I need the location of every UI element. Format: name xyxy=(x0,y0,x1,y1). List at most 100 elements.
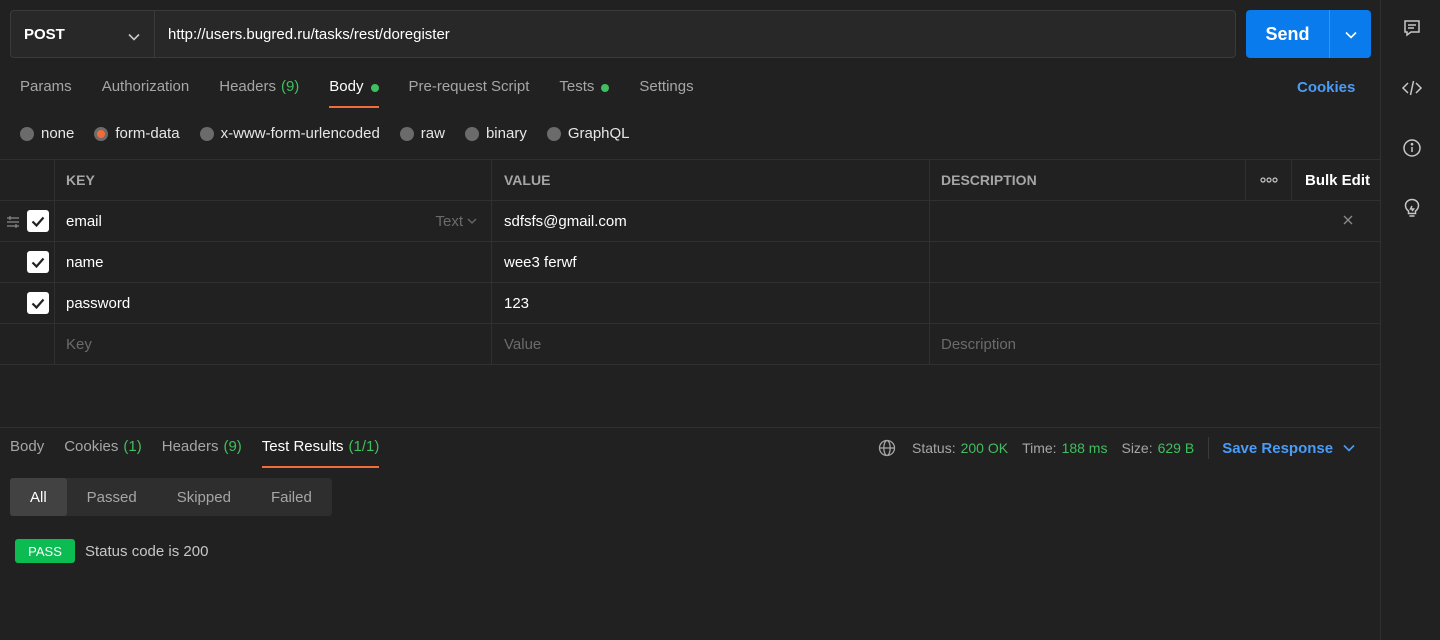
time-value[interactable]: 188 ms xyxy=(1062,440,1108,456)
mode-raw[interactable]: raw xyxy=(399,125,445,142)
response-tabs: Body Cookies (1) Headers (9) Test Results(… xyxy=(10,438,399,468)
mode-graphql-label: GraphQL xyxy=(567,125,630,142)
response-tab-cookies-label: Cookies xyxy=(64,438,119,455)
key-text: email xyxy=(66,212,102,230)
response-tab-headers-label: Headers xyxy=(161,438,219,455)
tab-prerequest-label: Pre-request Script xyxy=(408,78,530,95)
radio-selected-icon xyxy=(94,126,109,141)
table-row: name wee3 ferwf xyxy=(0,242,1380,283)
code-icon[interactable] xyxy=(1401,77,1423,99)
radio-icon xyxy=(20,126,34,141)
response-tab-cookies[interactable]: Cookies (1) xyxy=(64,438,142,468)
save-response-button[interactable]: Save Response xyxy=(1222,440,1355,457)
row-handle-cell xyxy=(0,201,55,241)
value-cell[interactable]: wee3 ferwf xyxy=(492,242,930,282)
response-tab-test-results[interactable]: Test Results (1/1) xyxy=(261,438,379,468)
comments-icon[interactable] xyxy=(1401,17,1423,39)
mode-none[interactable]: none xyxy=(20,125,74,142)
value-cell[interactable]: 123 xyxy=(492,283,930,323)
send-button[interactable]: Send xyxy=(1246,10,1371,58)
table-header-row: KEY VALUE DESCRIPTION Bulk Edit xyxy=(0,160,1380,201)
response-headers-count: (9) xyxy=(223,438,242,455)
key-cell[interactable]: email Text xyxy=(55,201,492,241)
tab-headers[interactable]: Headers (9) xyxy=(219,78,299,108)
mode-graphql[interactable]: GraphQL xyxy=(546,125,630,142)
mode-binary-label: binary xyxy=(485,125,527,142)
tab-authorization[interactable]: Authorization xyxy=(102,78,190,108)
tab-settings[interactable]: Settings xyxy=(639,78,693,108)
tab-tests[interactable]: Tests xyxy=(559,78,610,108)
value-column-header: VALUE xyxy=(492,160,930,200)
response-tab-body[interactable]: Body xyxy=(10,438,44,468)
info-icon[interactable] xyxy=(1401,137,1423,159)
filter-failed[interactable]: Failed xyxy=(251,478,332,516)
filter-passed[interactable]: Passed xyxy=(67,478,157,516)
bulk-edit-button[interactable]: Bulk Edit xyxy=(1305,160,1370,200)
status-value[interactable]: 200 OK xyxy=(961,440,1008,456)
tab-authorization-label: Authorization xyxy=(101,78,190,95)
send-dropdown[interactable] xyxy=(1330,10,1371,58)
response-tab-headers[interactable]: Headers (9) xyxy=(162,438,242,468)
mode-raw-label: raw xyxy=(420,125,445,142)
description-cell[interactable] xyxy=(930,201,1380,241)
new-key-input[interactable]: Key xyxy=(55,324,492,364)
tab-body[interactable]: Body xyxy=(329,78,379,108)
response-status-bar: Status: 200 OK Time: 188 ms Size: 629 B … xyxy=(878,437,1355,459)
chevron-down-icon xyxy=(1343,444,1355,452)
method-label: POST xyxy=(24,25,65,43)
chevron-down-icon xyxy=(1344,26,1357,43)
response-divider[interactable] xyxy=(0,427,1380,428)
lightbulb-icon[interactable] xyxy=(1401,197,1423,219)
more-options-button[interactable] xyxy=(1245,160,1292,200)
new-description-input[interactable]: Description xyxy=(930,324,1380,364)
new-value-input[interactable]: Value xyxy=(492,324,930,364)
send-label[interactable]: Send xyxy=(1246,10,1330,58)
tests-indicator-dot xyxy=(601,84,610,92)
divider xyxy=(1208,437,1210,459)
url-bar: POST http://users.bugred.ru/tasks/rest/d… xyxy=(10,10,1236,58)
url-input[interactable]: http://users.bugred.ru/tasks/rest/doregi… xyxy=(155,11,1235,57)
description-cell[interactable] xyxy=(930,242,1380,282)
status-label: Status: xyxy=(912,440,956,456)
response-tab-body-label: Body xyxy=(10,438,45,455)
row-checkbox[interactable] xyxy=(27,210,49,232)
cookies-link[interactable]: Cookies xyxy=(1297,79,1355,96)
filter-all[interactable]: All xyxy=(10,478,67,516)
radio-icon xyxy=(546,126,561,141)
mode-urlencoded[interactable]: x-www-form-urlencoded xyxy=(199,125,380,142)
mode-none-label: none xyxy=(41,125,75,142)
globe-icon[interactable] xyxy=(878,439,896,457)
row-checkbox[interactable] xyxy=(27,292,49,314)
time-label: Time: xyxy=(1022,440,1057,456)
request-tabs: Params Authorization Headers (9) Body Pre… xyxy=(20,78,724,108)
key-cell[interactable]: name xyxy=(55,242,492,282)
value-cell[interactable]: sdfsfs@gmail.com xyxy=(492,201,930,241)
mode-form-data[interactable]: form-data xyxy=(94,125,180,142)
row-checkbox[interactable] xyxy=(27,251,49,273)
tab-params-label: Params xyxy=(20,78,72,95)
mode-binary[interactable]: binary xyxy=(464,125,527,142)
save-response-label: Save Response xyxy=(1222,439,1334,457)
check-icon xyxy=(31,216,45,227)
size-label: Size: xyxy=(1121,440,1153,456)
handle-column-header xyxy=(0,160,55,200)
drag-handle-icon[interactable] xyxy=(6,215,20,232)
pass-badge: PASS xyxy=(15,539,75,563)
filter-skipped[interactable]: Skipped xyxy=(157,478,251,516)
type-select[interactable]: Text xyxy=(435,213,477,230)
tab-params[interactable]: Params xyxy=(20,78,72,108)
radio-icon xyxy=(399,126,414,141)
mode-urlencoded-label: x-www-form-urlencoded xyxy=(220,125,380,142)
description-cell[interactable] xyxy=(930,283,1380,323)
key-cell[interactable]: password xyxy=(55,283,492,323)
method-select[interactable]: POST xyxy=(11,11,155,57)
chevron-down-icon xyxy=(128,28,140,45)
row-handle-cell xyxy=(0,283,55,323)
delete-row-icon[interactable] xyxy=(1342,213,1354,230)
table-row-empty: Key Value Description xyxy=(0,324,1380,365)
tab-prerequest-script[interactable]: Pre-request Script xyxy=(409,78,530,108)
response-tab-test-results-label: Test Results xyxy=(261,438,344,455)
radio-icon xyxy=(199,126,214,141)
key-column-header: KEY xyxy=(55,160,492,200)
size-value[interactable]: 629 B xyxy=(1158,440,1195,456)
